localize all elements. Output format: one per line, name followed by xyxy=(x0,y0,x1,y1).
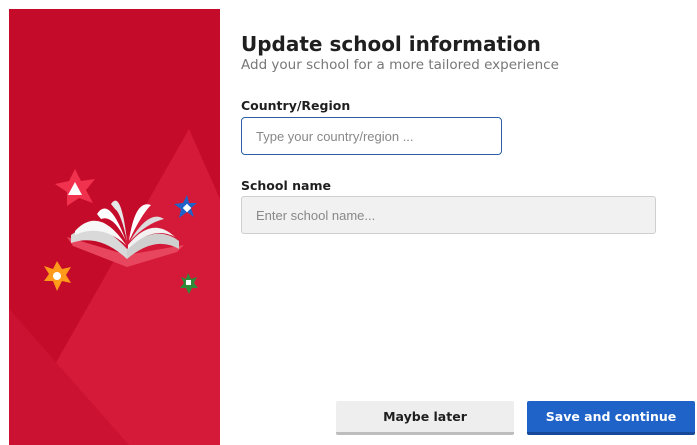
school-name-label: School name xyxy=(241,178,331,193)
save-and-continue-button[interactable]: Save and continue xyxy=(527,401,695,435)
page-subtitle: Add your school for a more tailored expe… xyxy=(241,57,559,73)
school-name-input[interactable] xyxy=(241,196,656,234)
red-star-icon xyxy=(55,169,95,206)
page-title: Update school information xyxy=(241,32,541,56)
illustration xyxy=(9,129,220,445)
maybe-later-button[interactable]: Maybe later xyxy=(336,401,514,435)
country-label: Country/Region xyxy=(241,98,351,113)
orange-star-icon xyxy=(44,261,71,291)
illustration-panel xyxy=(9,9,220,445)
country-input[interactable] xyxy=(241,117,502,155)
